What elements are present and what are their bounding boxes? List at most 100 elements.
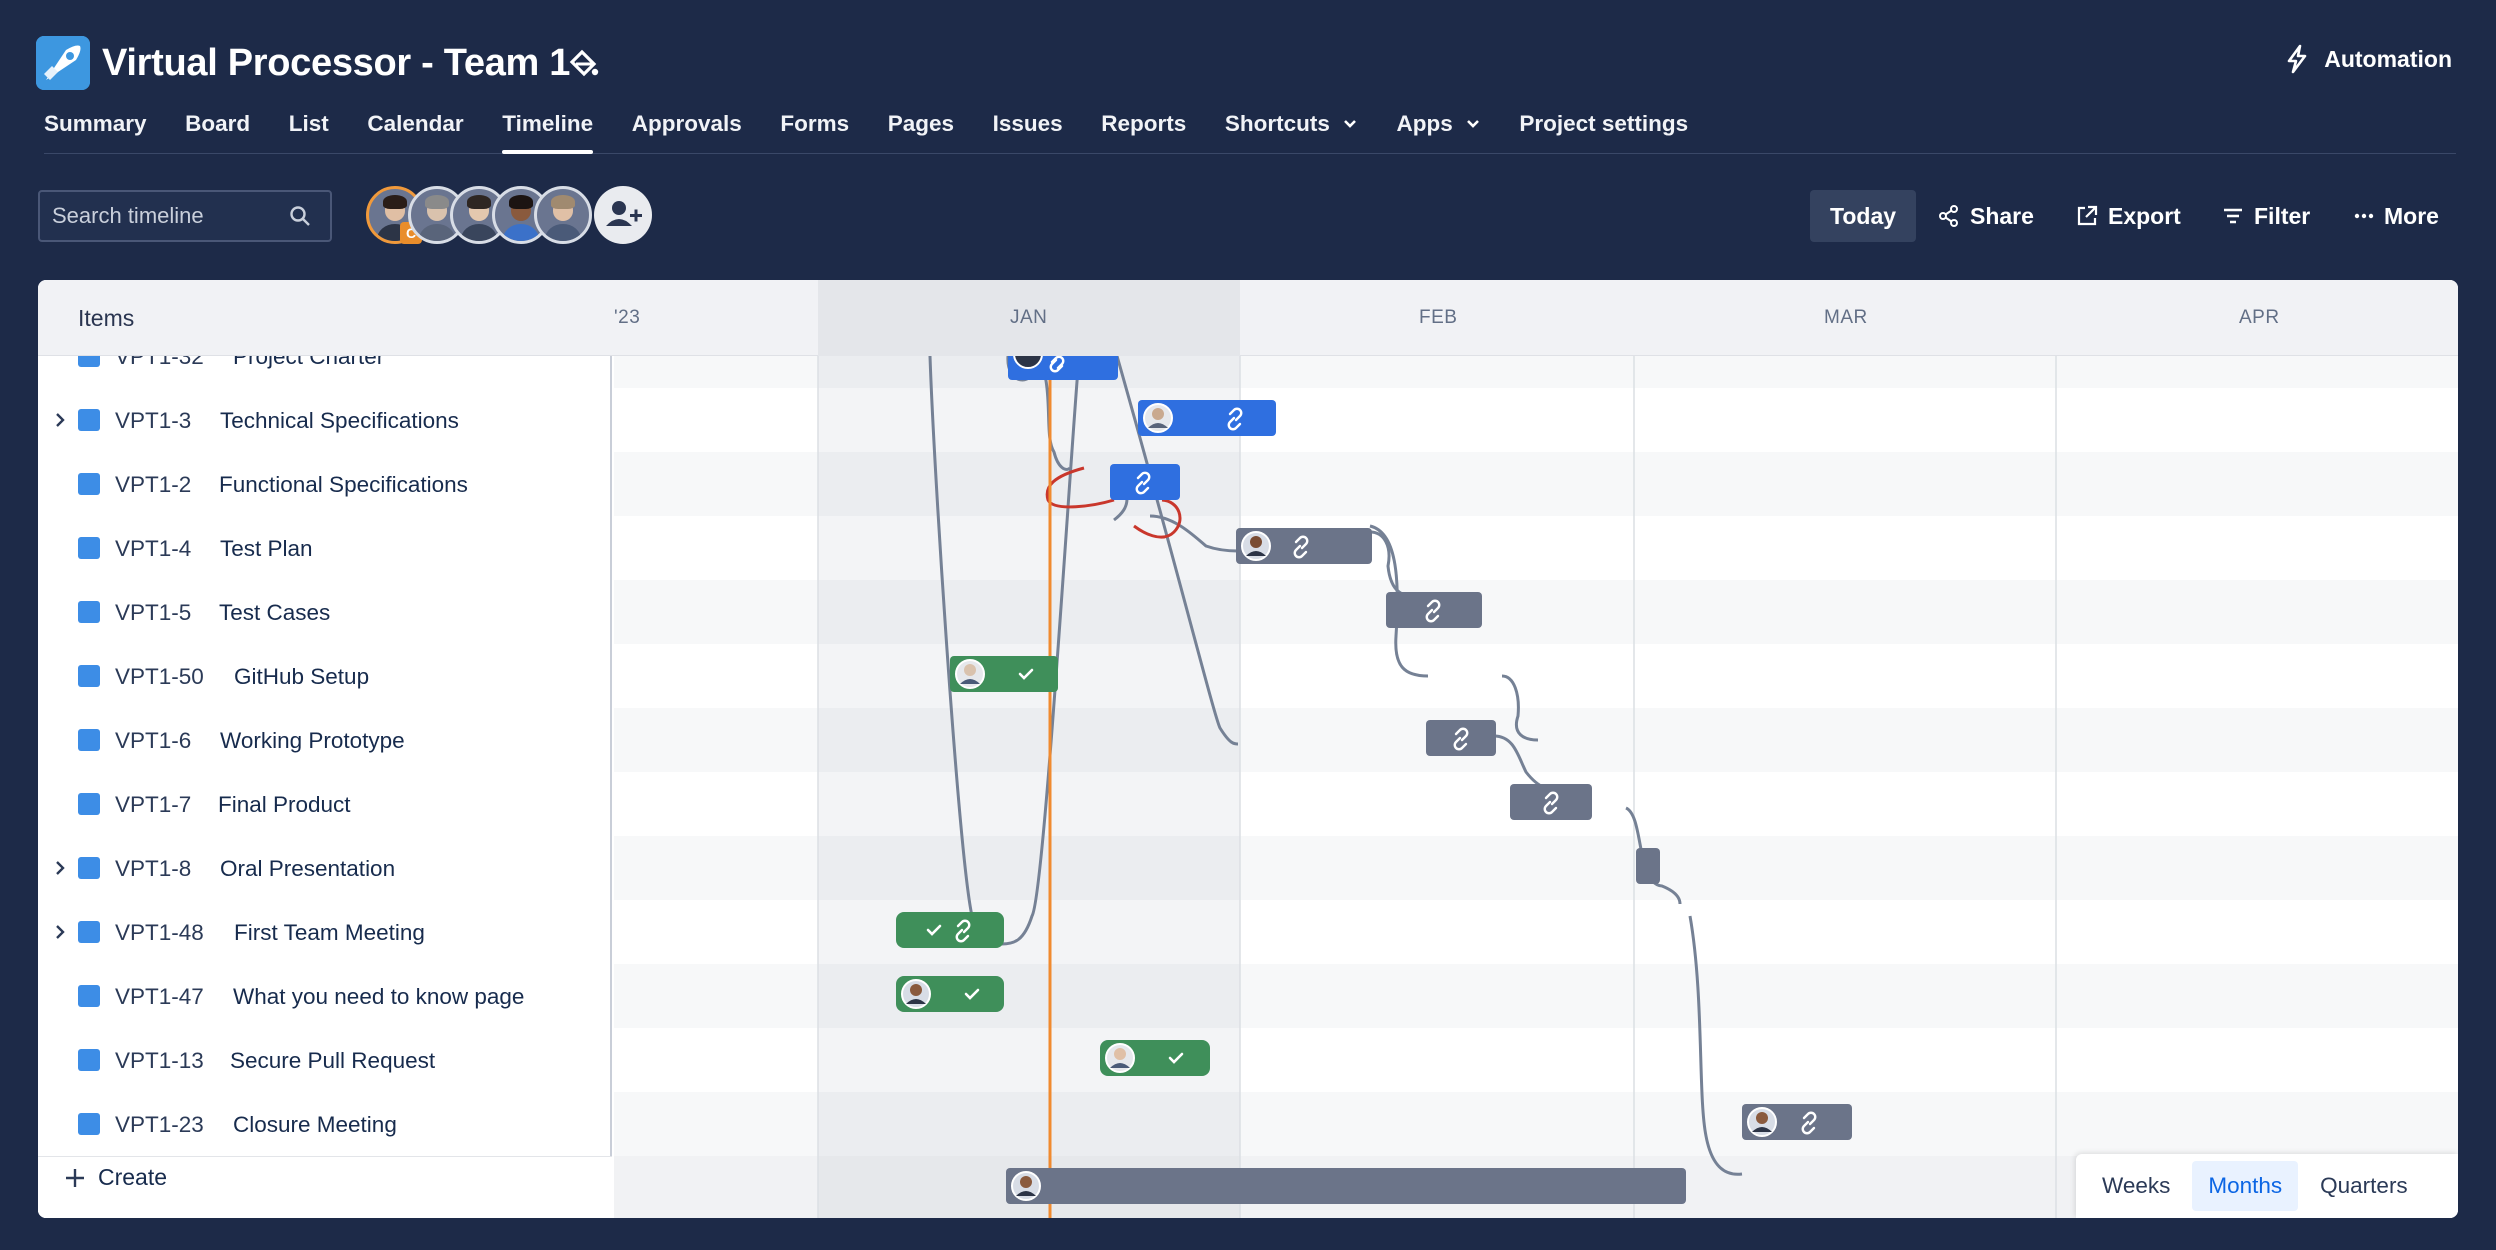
project-title: Virtual Processor - Team 1 (102, 42, 571, 84)
list-item[interactable]: VPT1-48 First Team Meeting (38, 900, 612, 964)
avatar (955, 659, 985, 689)
checkbox-icon (78, 793, 100, 815)
export-icon (2077, 205, 2098, 226)
issue-key: VPT1-23 (115, 1112, 204, 1137)
issue-summary: Secure Pull Request (230, 1048, 436, 1073)
issue-summary: GitHub Setup (234, 664, 370, 689)
weeks-button[interactable]: Weeks (2086, 1161, 2186, 1211)
list-item[interactable]: VPT1-6 Working Prototype (38, 708, 612, 772)
quarters-button[interactable]: Quarters (2304, 1161, 2424, 1211)
avatar[interactable] (534, 186, 592, 244)
list-item[interactable]: VPT1-23 Closure Meeting (38, 1092, 612, 1156)
bar-vpt1-5[interactable] (1386, 592, 1482, 628)
timeline-panel: Items '23 JAN FEB MAR APR VPT1-32 Projec… (38, 280, 2458, 1218)
filter-button[interactable]: Filter (2222, 190, 2310, 242)
issue-summary: Closure Meeting (233, 1112, 397, 1137)
automation-button[interactable]: Automation (2284, 44, 2452, 74)
more-button[interactable]: More (2354, 190, 2439, 242)
share-button[interactable]: Share (1938, 190, 2034, 242)
avatar (901, 979, 931, 1009)
list-item[interactable]: VPT1-2 Functional Specifications (38, 452, 612, 516)
issue-key: VPT1-2 (115, 472, 192, 497)
tab-label: Project settings (1519, 111, 1689, 136)
today-button[interactable]: Today (1810, 190, 1917, 242)
issue-key: VPT1-48 (115, 920, 204, 945)
checkbox-icon (78, 409, 100, 431)
chevron-right-icon[interactable] (52, 410, 68, 430)
tab-forms[interactable]: Forms (780, 106, 849, 153)
tab-apps[interactable]: Apps (1396, 106, 1480, 153)
tab-label: Calendar (367, 111, 464, 136)
issue-key: VPT1-7 (115, 792, 192, 817)
avatar (1143, 403, 1173, 433)
tab-timeline[interactable]: Timeline (502, 106, 593, 154)
chevron-right-icon[interactable] (52, 922, 68, 942)
tab-label: Apps (1396, 111, 1453, 136)
tab-reports[interactable]: Reports (1101, 106, 1186, 153)
bar-vpt1-8[interactable] (1636, 848, 1660, 884)
plus-icon (66, 1168, 84, 1187)
tab-label: Approvals (631, 111, 742, 136)
checkbox-icon (78, 356, 100, 367)
project-logo[interactable] (36, 36, 90, 90)
checkbox-icon (78, 729, 100, 751)
months-button[interactable]: Months (2192, 1161, 2299, 1211)
list-item[interactable]: VPT1-4 Test Plan (38, 516, 612, 580)
search-icon (290, 206, 310, 226)
export-button[interactable]: Export (2076, 190, 2181, 242)
tab-label: List (288, 111, 329, 136)
tab-approvals[interactable]: Approvals (632, 106, 742, 153)
issue-summary: Technical Specifications (220, 408, 459, 433)
filter-icon (2224, 208, 2242, 224)
chevron-right-icon[interactable] (52, 858, 68, 878)
bar-parent-rollup[interactable] (1006, 1168, 1686, 1204)
checkbox-icon (78, 473, 100, 495)
issue-summary: Functional Specifications (219, 472, 468, 497)
list-item[interactable]: VPT1-13 Secure Pull Request (38, 1028, 612, 1092)
bar-vpt1-48[interactable] (896, 912, 1004, 948)
export-label: Export (2108, 202, 2181, 229)
list-item[interactable]: VPT1-32 Project Charter (38, 356, 612, 388)
checkbox-icon (78, 921, 100, 943)
project-nav: Summary Board List Calendar Timeline App… (44, 106, 2456, 154)
paint-bucket-icon[interactable] (566, 46, 600, 80)
issue-summary: First Team Meeting (234, 920, 425, 945)
tab-shortcuts[interactable]: Shortcuts (1225, 106, 1358, 153)
tab-board[interactable]: Board (185, 106, 250, 153)
filter-label: Filter (2254, 202, 2311, 229)
tab-pages[interactable]: Pages (888, 106, 954, 153)
issue-summary: Test Plan (220, 536, 313, 561)
issue-key: VPT1-5 (115, 600, 192, 625)
list-item[interactable]: VPT1-47 What you need to know page (38, 964, 612, 1028)
issue-key: VPT1-47 (115, 984, 204, 1009)
search-input[interactable] (40, 192, 330, 240)
rocket-icon (36, 36, 90, 90)
checkbox-icon (78, 1049, 100, 1071)
today-label: Today (1830, 202, 1897, 229)
tab-summary[interactable]: Summary (44, 106, 147, 153)
chevron-down-icon (1343, 120, 1356, 128)
list-item[interactable]: VPT1-8 Oral Presentation (38, 836, 612, 900)
avatar (1011, 1171, 1041, 1201)
issue-summary: Oral Presentation (220, 856, 396, 881)
tab-calendar[interactable]: Calendar (367, 106, 463, 153)
share-icon (1939, 205, 1958, 227)
more-icon (2354, 213, 2374, 219)
list-item[interactable]: VPT1-5 Test Cases (38, 580, 612, 644)
create-button[interactable]: Create (64, 1164, 167, 1191)
issue-key: VPT1-4 (115, 536, 192, 561)
search-timeline-field[interactable] (38, 190, 332, 242)
tab-project-settings[interactable]: Project settings (1519, 106, 1688, 153)
tab-label: Issues (992, 111, 1063, 136)
month-label: MAR (1824, 307, 1868, 328)
chevron-down-icon (1466, 120, 1479, 128)
tab-list[interactable]: List (289, 106, 329, 153)
issue-summary: Final Product (218, 792, 351, 817)
add-people-button[interactable] (594, 186, 652, 244)
tab-issues[interactable]: Issues (993, 106, 1063, 153)
list-item[interactable]: VPT1-50 GitHub Setup (38, 644, 612, 708)
list-item[interactable]: VPT1-7 Final Product (38, 772, 612, 836)
issue-key: VPT1-13 (115, 1048, 204, 1073)
list-item[interactable]: VPT1-3 Technical Specifications (38, 388, 612, 452)
issue-summary: What you need to know page (233, 984, 525, 1009)
